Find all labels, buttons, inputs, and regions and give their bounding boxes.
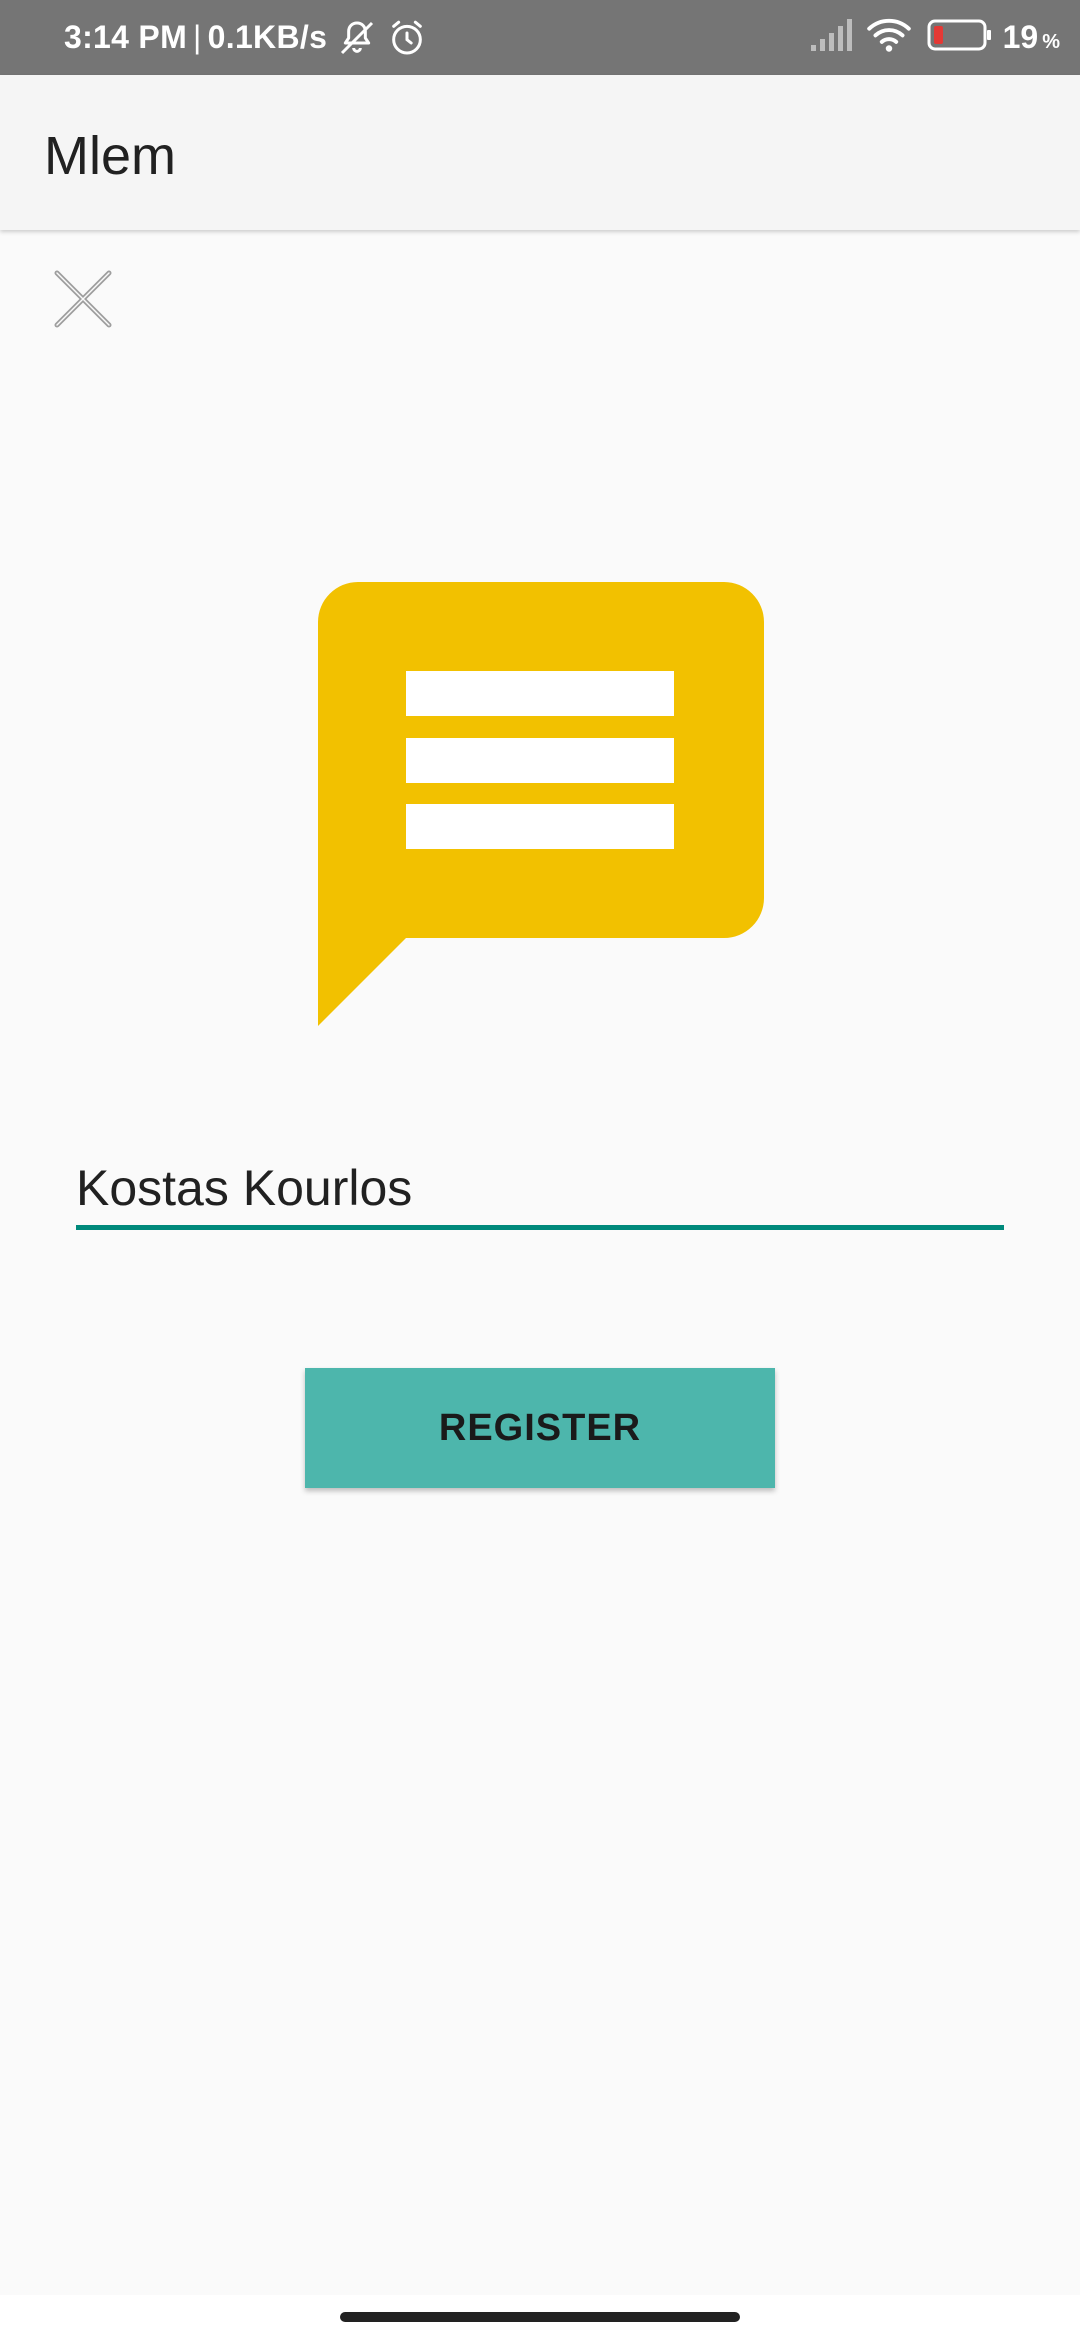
app-bar: Mlem [0, 75, 1080, 230]
chat-bubble-icon [318, 582, 764, 1026]
battery-level: 19 [1002, 19, 1039, 55]
home-gesture-handle[interactable] [340, 2312, 740, 2322]
wifi-icon [866, 17, 911, 58]
battery-icon [927, 18, 993, 57]
name-input[interactable] [76, 1150, 1004, 1230]
signal-icon [809, 17, 853, 58]
status-left: 3:14 PM | 0.1KB/s [64, 0, 427, 75]
status-time: 3:14 PM [64, 19, 188, 55]
status-bar: 3:14 PM | 0.1KB/s 19 % [0, 0, 1080, 75]
battery-unit: % [1042, 31, 1060, 53]
app-logo [318, 582, 764, 1028]
status-separator: | [193, 19, 202, 55]
battery-percent: 19% [1003, 19, 1060, 56]
close-button[interactable] [50, 268, 116, 334]
muted-bell-icon [337, 18, 377, 58]
register-button[interactable]: REGISTER [305, 1368, 775, 1488]
close-icon [54, 270, 112, 333]
status-net-speed: 0.1KB/s [207, 19, 328, 55]
alarm-icon [387, 18, 427, 58]
status-right: 19% [809, 0, 1060, 75]
app-title: Mlem [44, 126, 176, 186]
